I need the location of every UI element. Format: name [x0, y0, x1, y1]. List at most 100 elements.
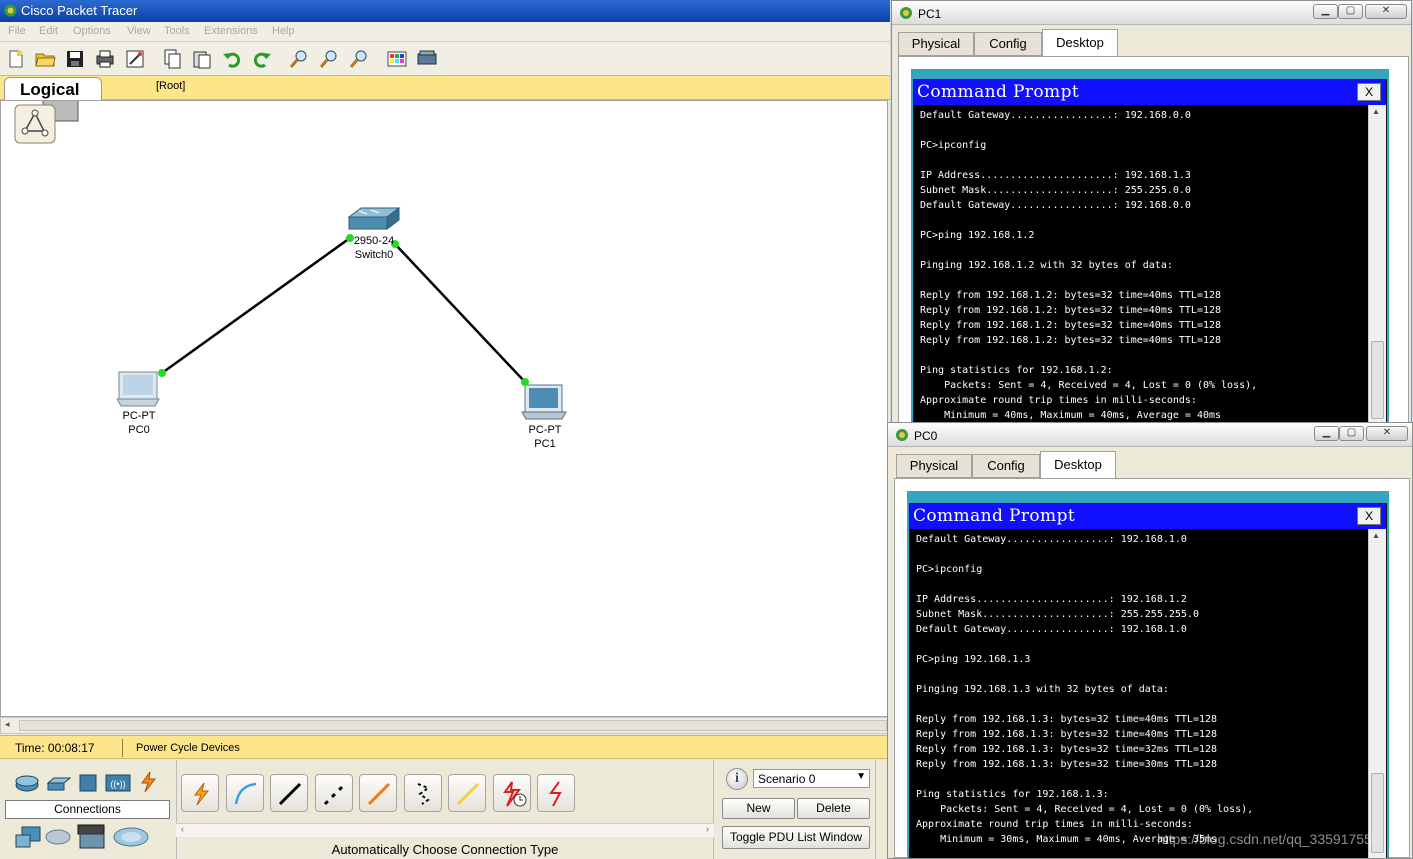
link-pc0-switch0[interactable] [161, 236, 351, 375]
logical-view-icon[interactable] [14, 101, 79, 144]
info-icon[interactable]: i [726, 768, 748, 790]
pc0-desktop-panel: Command Prompt X Default Gateway........… [894, 478, 1410, 858]
pc1-port[interactable] [521, 378, 529, 386]
canvas-horizontal-scrollbar[interactable]: ◂ [0, 717, 888, 734]
zoom-reset-icon[interactable] [318, 48, 340, 70]
phone-cable-button[interactable] [404, 774, 442, 812]
fiber-cable-button[interactable] [359, 774, 397, 812]
terminal-line: Default Gateway.................: 192.16… [916, 534, 1187, 545]
menu-edit[interactable]: Edit [39, 25, 58, 37]
multiuser-connection-category-icon[interactable] [112, 825, 150, 849]
switch0-port-to-pc0[interactable] [346, 234, 354, 242]
custom-device-icon[interactable] [416, 48, 438, 70]
menu-file[interactable]: File [8, 25, 26, 37]
packet-tracer-app-icon [4, 4, 17, 17]
console-cable-button[interactable] [226, 774, 264, 812]
hubs-category-icon[interactable] [76, 772, 100, 794]
undo-icon[interactable] [221, 48, 243, 70]
paste-icon[interactable] [191, 48, 213, 70]
minimize-icon[interactable]: ▁ [1313, 4, 1338, 19]
activity-wizard-icon[interactable] [124, 48, 146, 70]
menu-view[interactable]: View [127, 25, 151, 37]
link-pc1-switch0[interactable] [394, 243, 526, 383]
menu-extensions[interactable]: Extensions [204, 25, 258, 37]
close-icon[interactable]: ✕ [1365, 4, 1407, 19]
pc1-command-prompt[interactable]: Command Prompt X Default Gateway........… [913, 79, 1387, 423]
menu-options[interactable]: Options [73, 25, 111, 37]
maximize-icon[interactable]: ▢ [1338, 4, 1363, 19]
pc1-scroll-thumb[interactable] [1371, 341, 1384, 419]
copper-cross-over-button[interactable] [315, 774, 353, 812]
toggle-pdu-list-button[interactable]: Toggle PDU List Window [722, 826, 870, 849]
pc0-scroll-thumb[interactable] [1371, 773, 1384, 853]
command-prompt-close-button[interactable]: X [1357, 83, 1381, 101]
canvas-scroll-thumb[interactable] [19, 720, 887, 731]
command-prompt-title: Command Prompt [913, 506, 1076, 526]
terminal-line: Ping statistics for 192.168.1.2: [920, 365, 1113, 376]
logical-tab[interactable]: Logical [4, 77, 102, 101]
new-file-icon[interactable] [5, 48, 27, 70]
scenario-dropdown[interactable]: Scenario 0 ▼ [753, 769, 870, 788]
pc0-device[interactable] [116, 371, 160, 407]
switch0-device[interactable] [347, 207, 401, 230]
tab-physical[interactable]: Physical [896, 454, 972, 478]
end-devices-category-icon[interactable] [14, 825, 42, 851]
tab-desktop[interactable]: Desktop [1040, 451, 1116, 479]
wireless-category-icon[interactable]: ((•)) [104, 772, 132, 794]
scroll-up-icon[interactable]: ▲ [1372, 107, 1380, 116]
tab-config[interactable]: Config [972, 454, 1040, 478]
routers-category-icon[interactable] [14, 773, 40, 793]
print-icon[interactable] [94, 48, 116, 70]
menu-tools[interactable]: Tools [164, 25, 190, 37]
redo-icon[interactable] [251, 48, 273, 70]
pc0-terminal-output[interactable]: Default Gateway.................: 192.16… [916, 532, 1364, 858]
serial-dte-button[interactable] [537, 774, 575, 812]
scroll-up-icon[interactable]: ▲ [1372, 531, 1380, 540]
pc0-command-prompt[interactable]: Command Prompt X Default Gateway........… [909, 503, 1387, 858]
pc0-port[interactable] [158, 369, 166, 377]
tab-physical[interactable]: Physical [898, 32, 974, 56]
pc1-terminal-output[interactable]: Default Gateway.................: 192.16… [920, 108, 1364, 423]
new-scenario-button[interactable]: New [722, 798, 795, 819]
minimize-icon[interactable]: ▁ [1314, 426, 1339, 441]
coaxial-cable-button[interactable] [448, 774, 486, 812]
zoom-out-icon[interactable] [348, 48, 370, 70]
terminal-line: Reply from 192.168.1.3: bytes=32 time=32… [916, 744, 1218, 755]
open-folder-icon[interactable] [34, 48, 56, 70]
auto-connection-button[interactable] [181, 774, 219, 812]
save-icon[interactable] [64, 48, 86, 70]
scroll-left-arrow-icon[interactable]: ◂ [5, 719, 10, 730]
serial-dce-button[interactable] [493, 774, 531, 812]
menu-help[interactable]: Help [272, 25, 295, 37]
maximize-icon[interactable]: ▢ [1339, 426, 1364, 441]
pc1-device[interactable] [521, 384, 567, 420]
connection-types-scrollbar[interactable]: ‹ › [176, 823, 714, 837]
svg-text:((•)): ((•)) [110, 779, 125, 789]
switch0-model-label: 2950-24 [354, 235, 394, 247]
scroll-right-icon[interactable]: › [706, 824, 709, 834]
pc0-terminal-scrollbar[interactable]: ▲ [1368, 529, 1386, 858]
close-icon[interactable]: ✕ [1366, 426, 1408, 441]
root-label[interactable]: [Root] [156, 80, 185, 92]
serial-dte-icon [549, 781, 562, 807]
logical-workspace-canvas[interactable]: 2950-24 Switch0 PC-PT PC0 PC-PT PC1 [0, 100, 888, 717]
pc1-terminal-scrollbar[interactable]: ▲ [1368, 105, 1386, 423]
copper-straight-through-button[interactable] [270, 774, 308, 812]
zoom-in-icon[interactable] [288, 48, 310, 70]
delete-scenario-button[interactable]: Delete [797, 798, 870, 819]
wan-emulation-category-icon[interactable] [45, 827, 71, 847]
palette-icon[interactable] [386, 48, 408, 70]
connections-category-icon[interactable] [136, 770, 160, 794]
command-prompt-close-button[interactable]: X [1357, 507, 1381, 525]
pc1-title-bar[interactable]: PC1 ▁ ▢ ✕ [892, 1, 1411, 25]
switches-category-icon[interactable] [45, 775, 71, 793]
copy-icon[interactable] [161, 48, 183, 70]
tab-desktop[interactable]: Desktop [1042, 29, 1118, 57]
pc0-title-bar[interactable]: PC0 ▁ ▢ ✕ [888, 423, 1412, 447]
tab-config[interactable]: Config [974, 32, 1042, 56]
scroll-left-icon[interactable]: ‹ [181, 824, 184, 834]
custom-devices-category-icon[interactable] [76, 822, 108, 852]
power-cycle-devices-button[interactable]: Power Cycle Devices [136, 742, 240, 754]
